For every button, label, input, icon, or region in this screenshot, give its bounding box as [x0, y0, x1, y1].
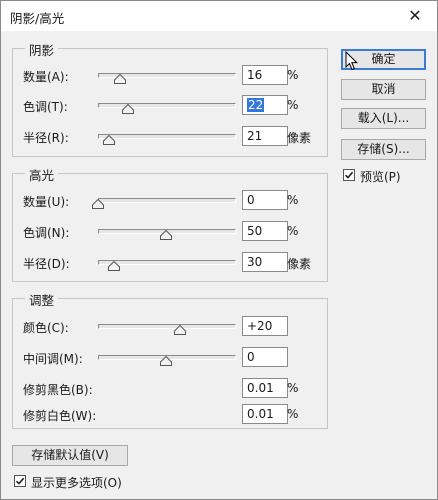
shadows-highlights-dialog: 阴影/高光 ✕ 阴影 数量(A): 16 % 色调(T): 22 % 半径(R)…: [0, 0, 438, 500]
clip-black-value: 0.01: [247, 381, 274, 395]
highlights-tone-input[interactable]: 50: [242, 221, 288, 241]
highlights-tone-label: 色调(N):: [23, 226, 70, 240]
close-icon[interactable]: ✕: [393, 1, 437, 31]
shadows-tone-unit: %: [287, 98, 299, 112]
checkmark-icon: [15, 477, 25, 485]
color-correction-label: 颜色(C):: [23, 321, 69, 335]
shadows-tone-slider-thumb[interactable]: [121, 104, 134, 114]
highlights-radius-value: 30: [247, 255, 263, 269]
more-options-checkbox[interactable]: [14, 475, 26, 487]
clip-white-value: 0.01: [247, 407, 274, 421]
shadows-amount-unit: %: [287, 68, 299, 82]
highlights-amount-slider-track[interactable]: [98, 198, 236, 203]
shadows-radius-slider-track[interactable]: [98, 134, 236, 139]
shadows-radius-label: 半径(R):: [23, 131, 69, 145]
cancel-button[interactable]: 取消: [341, 79, 426, 100]
title-bar: 阴影/高光 ✕: [1, 1, 437, 31]
highlights-group-title: 高光: [25, 165, 59, 184]
clip-black-label: 修剪黑色(B):: [23, 383, 93, 397]
mouse-cursor-icon: [345, 51, 359, 71]
save-defaults-button[interactable]: 存储默认值(V): [12, 445, 128, 466]
shadows-amount-label: 数量(A):: [23, 70, 69, 84]
checkmark-icon: [344, 171, 354, 179]
shadows-tone-input[interactable]: 22: [242, 95, 288, 115]
adjustments-group-title: 调整: [25, 290, 59, 309]
color-correction-slider-thumb[interactable]: [173, 325, 186, 335]
highlights-radius-label: 半径(D):: [23, 257, 70, 271]
preview-checkbox[interactable]: [343, 169, 355, 181]
more-options-label: 显示更多选项(O): [31, 476, 122, 490]
clip-black-input[interactable]: 0.01: [242, 378, 288, 398]
highlights-amount-unit: %: [287, 193, 299, 207]
preview-label: 预览(P): [360, 170, 401, 184]
midtone-input[interactable]: 0: [242, 347, 288, 367]
color-correction-value: +20: [247, 319, 273, 333]
shadows-amount-input[interactable]: 16: [242, 65, 288, 85]
midtone-slider-thumb[interactable]: [160, 356, 172, 366]
clip-white-label: 修剪白色(W):: [23, 409, 97, 423]
highlights-tone-unit: %: [287, 224, 299, 238]
midtone-value: 0: [247, 350, 255, 364]
highlights-tone-value: 50: [247, 224, 263, 238]
save-button[interactable]: 存储(S)...: [341, 139, 426, 160]
dialog-title: 阴影/高光: [10, 11, 65, 26]
shadows-radius-input[interactable]: 21: [242, 126, 288, 146]
highlights-radius-unit: 像素: [287, 257, 312, 271]
highlights-radius-input[interactable]: 30: [242, 252, 288, 272]
highlights-amount-label: 数量(U):: [23, 195, 70, 209]
highlights-amount-value: 0: [247, 193, 255, 207]
highlights-amount-input[interactable]: 0: [242, 190, 288, 210]
shadows-tone-label: 色调(T):: [23, 100, 68, 114]
shadows-amount-value: 16: [247, 68, 263, 82]
highlights-tone-slider-thumb[interactable]: [160, 230, 172, 240]
highlights-radius-slider-thumb[interactable]: [108, 261, 121, 271]
shadows-radius-value: 21: [247, 129, 263, 143]
shadows-tone-value: 22: [247, 98, 265, 112]
clip-black-unit: %: [287, 381, 299, 395]
clip-white-input[interactable]: 0.01: [242, 404, 288, 424]
midtone-label: 中间调(M):: [23, 352, 83, 366]
color-correction-slider-track[interactable]: [98, 324, 236, 329]
color-correction-input[interactable]: +20: [242, 316, 288, 336]
load-button[interactable]: 载入(L)...: [341, 108, 426, 129]
shadows-tone-slider-track[interactable]: [98, 103, 236, 108]
shadows-radius-unit: 像素: [287, 131, 312, 145]
shadows-group-title: 阴影: [25, 40, 59, 59]
shadows-radius-slider-thumb[interactable]: [102, 135, 115, 145]
highlights-amount-slider-thumb[interactable]: [92, 199, 104, 209]
clip-white-unit: %: [287, 407, 299, 421]
shadows-amount-slider-thumb[interactable]: [113, 74, 126, 84]
